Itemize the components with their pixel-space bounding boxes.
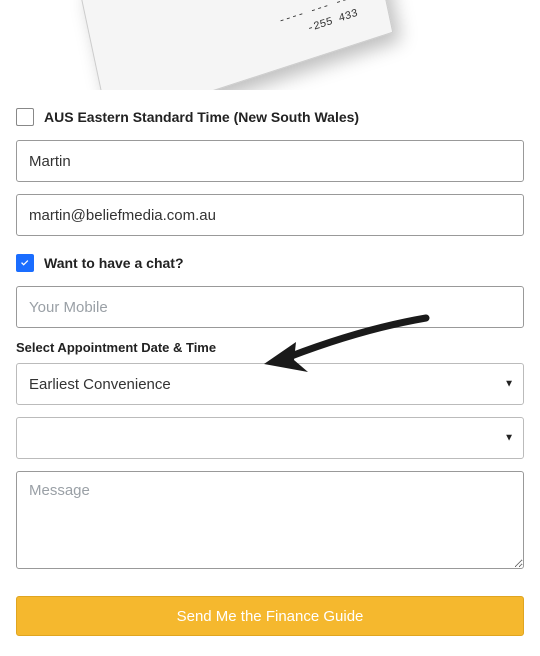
timezone-checkbox[interactable] xyxy=(16,108,34,126)
chat-checkbox[interactable] xyxy=(16,254,34,272)
chat-label: Want to have a chat? xyxy=(44,255,184,271)
mobile-input[interactable] xyxy=(16,286,524,328)
appointment-section-label: Select Appointment Date & Time xyxy=(16,340,524,355)
hero-graphic: ---- --- ---- --- --- -255 433 xyxy=(16,0,524,90)
submit-button[interactable]: Send Me the Finance Guide xyxy=(16,596,524,636)
name-input[interactable] xyxy=(16,140,524,182)
message-textarea[interactable] xyxy=(16,471,524,569)
business-card-graphic: ---- --- ---- --- --- -255 433 xyxy=(79,0,394,90)
timezone-label: AUS Eastern Standard Time (New South Wal… xyxy=(44,109,359,125)
email-input[interactable] xyxy=(16,194,524,236)
appointment-time-select[interactable] xyxy=(16,417,524,459)
appointment-date-select[interactable]: Earliest Convenience xyxy=(16,363,524,405)
check-icon xyxy=(19,257,31,269)
